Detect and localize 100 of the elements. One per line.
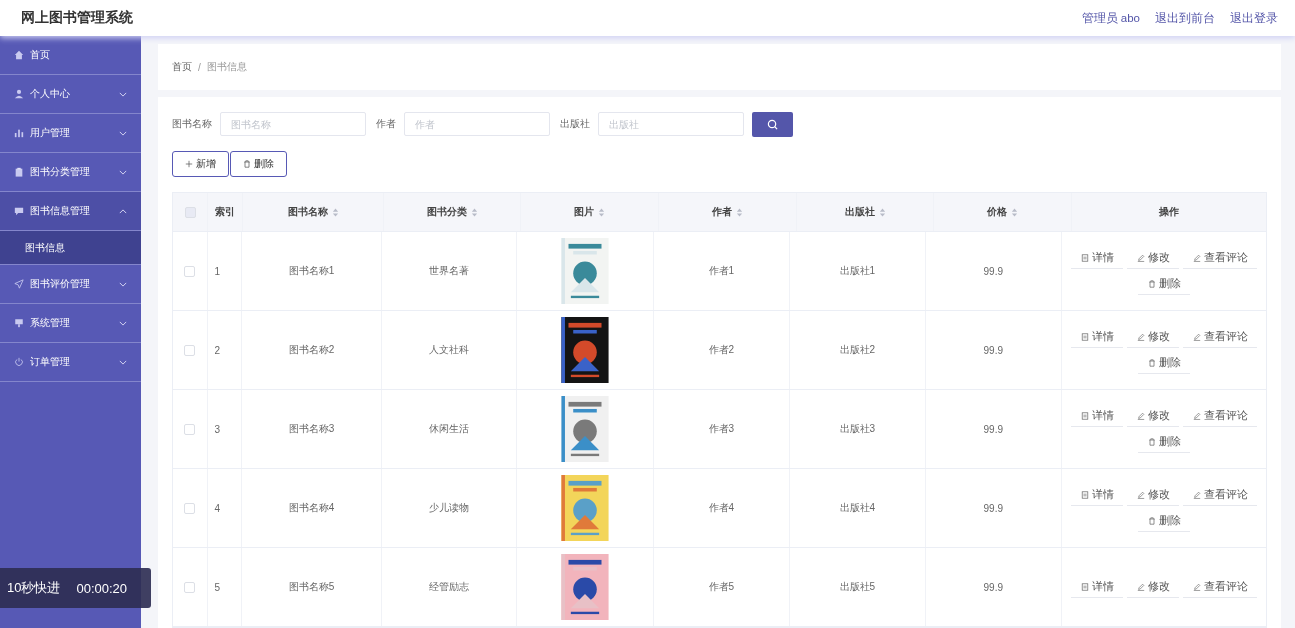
column-header: 索引 (215, 205, 235, 219)
table-cell: 99.9 (983, 502, 1003, 514)
table-cell: 99.9 (983, 265, 1003, 277)
table-cell: 休闲生活 (428, 422, 469, 436)
row-checkbox[interactable] (184, 581, 196, 593)
header-link[interactable]: 退出到前台 (1155, 10, 1215, 26)
table-cell: 作者4 (708, 501, 735, 515)
add-button[interactable]: 新增 (172, 151, 229, 177)
table-cell: 出版社1 (839, 264, 876, 278)
pencil-icon (1192, 490, 1201, 499)
sidebar-subitem[interactable]: 图书信息 (0, 231, 141, 265)
column-header: 操作 (1159, 205, 1179, 219)
sidebar-item[interactable]: 图书评价管理 (0, 265, 141, 304)
column-header[interactable]: 图书名称 (287, 205, 328, 219)
chat-icon (14, 206, 24, 216)
sort-icon[interactable] (1011, 207, 1018, 217)
row-checkbox[interactable] (184, 265, 196, 277)
sidebar-item[interactable]: 订单管理 (0, 343, 141, 382)
table-cell: 出版社3 (839, 422, 876, 436)
document-icon (1080, 411, 1089, 420)
header-link[interactable]: 管理员 abo (1081, 10, 1140, 26)
paper-plane-icon (14, 279, 24, 289)
monitor-icon (14, 318, 24, 328)
home-icon (14, 50, 24, 60)
search-field[interactable]: 图书名称 (220, 112, 366, 136)
table-cell: 作者3 (708, 422, 735, 436)
header-link[interactable]: 退出登录 (1230, 10, 1278, 26)
column-header[interactable]: 作者 (712, 205, 732, 219)
table-cell: 3 (214, 423, 221, 435)
breadcrumb-separator: / (198, 61, 201, 73)
table-cell: 经管励志 (428, 580, 469, 594)
breadcrumb-item: 图书信息 (206, 60, 247, 74)
sidebar-item[interactable]: 个人中心 (0, 75, 141, 114)
table-cell: 图书名称3 (288, 422, 335, 436)
row-checkbox[interactable] (184, 344, 196, 356)
column-header[interactable]: 图书分类 (426, 205, 467, 219)
table-cell: 图书名称2 (288, 343, 335, 357)
search-button[interactable] (752, 111, 793, 137)
pencil-icon (1192, 411, 1201, 420)
table-cell: 1 (214, 265, 221, 277)
pencil-icon (1192, 253, 1201, 262)
table-cell: 2 (214, 344, 221, 356)
table-cell: 作者2 (708, 343, 735, 357)
sort-icon[interactable] (331, 207, 339, 217)
search-icon (767, 118, 778, 130)
sort-icon[interactable] (736, 207, 743, 217)
column-header[interactable]: 价格 (987, 205, 1007, 219)
row-checkbox[interactable] (184, 502, 196, 514)
pencil-icon (1136, 332, 1145, 341)
pencil-icon (1136, 490, 1145, 499)
sidebar-item[interactable]: 用户管理 (0, 114, 141, 153)
select-all-checkbox[interactable] (184, 206, 196, 218)
column-header[interactable]: 出版社 (844, 205, 875, 219)
pencil-icon (1192, 332, 1201, 341)
table-cell: 少儿读物 (428, 501, 469, 515)
table-cell: 5 (214, 581, 221, 593)
pencil-icon (1136, 253, 1145, 262)
table-cell: 出版社2 (839, 343, 876, 357)
pencil-icon (1192, 582, 1201, 591)
row-checkbox[interactable] (184, 423, 196, 435)
sidebar-item[interactable]: 图书信息管理 (0, 192, 141, 231)
trash-icon (1147, 358, 1156, 367)
trash-icon (1147, 516, 1156, 525)
document-icon (1080, 582, 1089, 591)
table-cell: 图书名称5 (288, 580, 335, 594)
sort-icon[interactable] (598, 207, 605, 217)
document-icon (1080, 253, 1089, 262)
table-cell: 世界名著 (428, 264, 469, 278)
table-cell: 图书名称4 (288, 501, 335, 515)
table-cell: 99.9 (983, 344, 1003, 356)
table-cell: 出版社5 (839, 580, 876, 594)
sidebar-item[interactable]: 首页 (0, 36, 141, 75)
table-cell: 4 (214, 502, 221, 514)
breadcrumb-item[interactable]: 首页 (172, 60, 192, 74)
table-cell: 99.9 (983, 423, 1003, 435)
sort-icon[interactable] (878, 207, 886, 217)
table-cell: 出版社4 (839, 501, 876, 515)
table-cell: 99.9 (983, 581, 1003, 593)
trash-icon (243, 160, 251, 168)
playback-time: 00:00:20 (76, 580, 128, 596)
document-icon (1080, 332, 1089, 341)
app-title: 网上图书管理系统 (21, 9, 133, 27)
bar-chart-icon (14, 128, 24, 138)
table-cell: 作者1 (708, 264, 735, 278)
table-cell: 图书名称1 (288, 264, 335, 278)
sidebar-item[interactable]: 系统管理 (0, 304, 141, 343)
trash-icon (1147, 437, 1156, 446)
fast-forward-label: 10秒快进 (7, 579, 61, 597)
pencil-icon (1136, 582, 1145, 591)
power-icon (14, 357, 24, 367)
field-label: 出版社 (560, 117, 590, 131)
table-cell: 人文社科 (428, 343, 469, 357)
clipboard-icon (14, 167, 24, 177)
delete-button[interactable]: 删除 (230, 151, 287, 177)
field-label: 作者 (376, 117, 396, 131)
plus-icon (185, 160, 193, 168)
user-icon (14, 89, 24, 99)
trash-icon (1147, 279, 1156, 288)
column-header[interactable]: 图片 (574, 205, 594, 219)
sort-icon[interactable] (470, 207, 478, 217)
